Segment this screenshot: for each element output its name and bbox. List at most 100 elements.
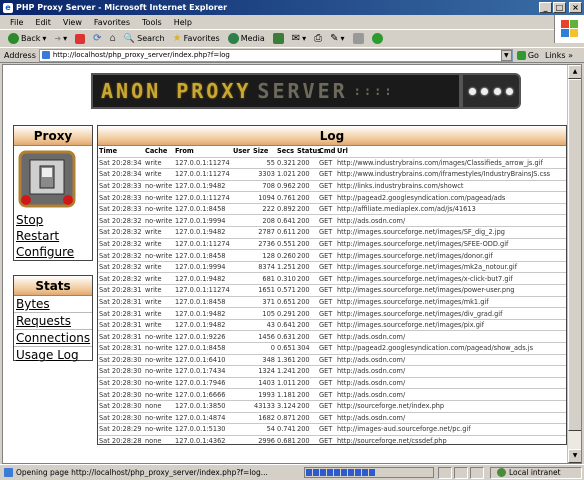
status-cell (470, 466, 484, 479)
mail-button[interactable]: ✉ ▾ (288, 31, 310, 47)
secs-cell: 0.551 (276, 237, 296, 250)
menu-file[interactable]: File (4, 18, 29, 27)
secs-cell: 1.241 (276, 365, 296, 378)
links-button[interactable]: Links » (545, 51, 573, 60)
usage-log-link[interactable]: Usage Log (14, 347, 92, 363)
history-button[interactable] (269, 31, 288, 47)
url-cell: http://www.industrybrains.com/images/Cla… (336, 156, 566, 169)
scroll-down-arrow-icon[interactable]: ▼ (568, 449, 581, 463)
size-cell: 1403 (252, 376, 276, 389)
minimize-button[interactable]: _ (539, 2, 552, 13)
status-cell: 200 (296, 307, 318, 320)
user-cell (232, 330, 252, 343)
url-cell: http://images.sourceforge.net/images/SF_… (336, 226, 566, 239)
bytes-link[interactable]: Bytes (14, 296, 92, 313)
edit-icon: ✎ (330, 33, 339, 44)
secs-cell: 0.962 (276, 179, 296, 192)
status-cell: 200 (296, 272, 318, 285)
user-cell (232, 342, 252, 355)
close-button[interactable]: × (569, 2, 582, 13)
from-cell: 127.0.0.1:8458 (174, 249, 232, 262)
stop-link[interactable]: Stop (14, 212, 92, 228)
requests-link[interactable]: Requests (14, 313, 92, 330)
time-cell: Sat 20:28:32 (98, 260, 144, 273)
vertical-scrollbar[interactable]: ▲ ▼ (567, 65, 581, 463)
user-cell (232, 434, 252, 444)
refresh-button[interactable]: ⟳ (89, 31, 105, 47)
from-cell: 127.0.0.1:9482 (174, 179, 232, 192)
status-cell: 200 (296, 434, 318, 444)
menu-view[interactable]: View (57, 18, 88, 27)
user-cell (232, 260, 252, 273)
restart-link[interactable]: Restart (14, 228, 92, 244)
status-cell: 200 (296, 284, 318, 297)
favorites-button[interactable]: ★ Favorites (169, 31, 224, 47)
messenger-button[interactable] (368, 31, 387, 47)
user-cell (232, 365, 252, 378)
star-icon: ★ (172, 33, 182, 44)
cache-cell: no-write (144, 202, 174, 215)
menu-tools[interactable]: Tools (136, 18, 168, 27)
proxy-panel: Proxy Stop Restart Configure (13, 125, 93, 261)
url-cell: http://ads.osdn.com/ (336, 330, 566, 343)
from-cell: 127.0.0.1:8458 (174, 202, 232, 215)
url-cell: http://pagead2.googlesyndication.com/pag… (336, 191, 566, 204)
size-cell: 1324 (252, 365, 276, 378)
from-cell: 127.0.0.1:11274 (174, 168, 232, 181)
size-cell: 2736 (252, 237, 276, 250)
discuss-button[interactable] (349, 31, 368, 47)
log-row: Sat 20:28:30 no-write 127.0.0.1:4874 1682 0.… (98, 411, 566, 424)
status-cell: 200 (296, 179, 318, 192)
edit-button[interactable]: ✎ ▾ (326, 31, 348, 47)
address-input[interactable]: http://localhost/php_proxy_server/index.… (38, 48, 513, 62)
home-button[interactable]: ⌂ (106, 31, 120, 47)
stop-button[interactable] (71, 31, 89, 47)
size-cell: 1456 (252, 330, 276, 343)
configure-link[interactable]: Configure (14, 244, 92, 260)
go-button[interactable]: Go (516, 50, 539, 60)
scroll-thumb[interactable] (568, 79, 581, 431)
column-header: Cmd (319, 147, 336, 156)
log-row: Sat 20:28:33 no-write 127.0.0.1:9482 708 0.9… (98, 179, 566, 192)
cache-cell: no-write (144, 353, 174, 366)
address-url: http://localhost/php_proxy_server/index.… (52, 51, 230, 59)
cmd-cell: GET (318, 179, 336, 192)
cmd-cell: GET (318, 307, 336, 320)
cache-cell: no-write (144, 376, 174, 389)
url-cell: http://images.sourceforge.net/images/div… (336, 307, 566, 320)
scroll-up-arrow-icon[interactable]: ▲ (568, 65, 581, 79)
forward-button[interactable]: ➜ ▾ (50, 31, 71, 47)
media-icon (227, 33, 239, 44)
address-dropdown-button[interactable]: ▼ (500, 49, 512, 61)
log-table: Time Cache From User Size Secs Status Cm… (98, 146, 566, 444)
window-title: PHP Proxy Server - Microsoft Internet Ex… (16, 3, 228, 12)
url-cell: http://ads.osdn.com/ (336, 365, 566, 378)
log-row: Sat 20:28:32 write 127.0.0.1:9994 8374 1.251… (98, 260, 566, 273)
menu-favorites[interactable]: Favorites (88, 18, 136, 27)
cmd-cell: GET (318, 376, 336, 389)
from-cell: 127.0.0.1:11274 (174, 191, 232, 204)
progress-bar (304, 467, 434, 478)
print-button[interactable]: ⎙ (310, 31, 326, 47)
connections-link[interactable]: Connections (14, 330, 92, 347)
menu-edit[interactable]: Edit (29, 18, 57, 27)
zone-label: Local intranet (509, 468, 561, 477)
url-cell: http://sourceforge.net/cssdef.php (336, 434, 566, 444)
cache-cell: write (144, 307, 174, 320)
user-cell (232, 191, 252, 204)
size-cell: 208 (252, 214, 276, 227)
url-cell: http://www.industrybrains.com/iframestyl… (336, 168, 566, 181)
url-cell: http://sourceforge.net/index.php (336, 399, 566, 413)
cache-cell: none (144, 399, 174, 413)
go-label: Go (527, 50, 539, 60)
media-button[interactable]: Media (224, 31, 269, 47)
back-button[interactable]: Back ▾ (4, 31, 50, 47)
light-icon (506, 87, 514, 95)
maximize-button[interactable]: □ (553, 2, 566, 13)
page-icon (41, 51, 50, 59)
menu-help[interactable]: Help (168, 18, 198, 27)
banner-lights (461, 73, 521, 109)
cmd-cell: GET (318, 156, 336, 169)
search-button[interactable]: 🔍 Search (120, 31, 169, 47)
time-cell: Sat 20:28:32 (98, 249, 144, 262)
